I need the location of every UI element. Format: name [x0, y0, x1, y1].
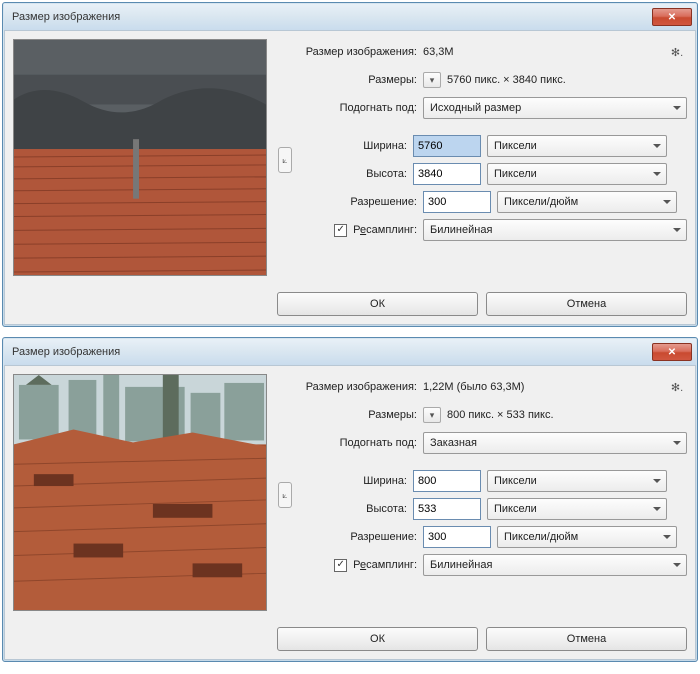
fit-to-label: Подогнать под:	[277, 102, 417, 114]
dialog-title: Размер изображения	[12, 346, 120, 358]
resample-method-select[interactable]: Билинейная	[423, 219, 687, 241]
titlebar[interactable]: Размер изображения ✕	[4, 339, 696, 365]
resample-method-select[interactable]: Билинейная	[423, 554, 687, 576]
titlebar[interactable]: Размер изображения ✕	[4, 4, 696, 30]
resolution-label: Разрешение:	[277, 531, 417, 543]
image-size-dialog: Размер изображения ✕	[2, 337, 698, 662]
size-label: Размер изображения:	[277, 381, 417, 393]
resolution-input[interactable]	[423, 191, 491, 213]
height-input[interactable]	[413, 498, 481, 520]
dialog-body: Размер изображения: 63,3M ✻. Размеры: ▾ …	[4, 30, 696, 325]
resample-checkbox[interactable]	[334, 559, 347, 572]
resolution-unit-select[interactable]: Пиксели/дюйм	[497, 191, 677, 213]
fit-to-select[interactable]: Заказная	[423, 432, 687, 454]
width-unit-select[interactable]: Пиксели	[487, 135, 667, 157]
link-icon[interactable]: ⟀	[278, 147, 292, 173]
size-value: 1,22M (было 63,3M)	[423, 381, 524, 393]
resolution-input[interactable]	[423, 526, 491, 548]
gear-icon[interactable]: ✻.	[667, 378, 687, 396]
preview-thumbnail[interactable]	[13, 39, 267, 276]
cancel-button[interactable]: Отмена	[486, 627, 687, 651]
image-size-dialog: Размер изображения ✕	[2, 2, 698, 327]
dimensions-value: 5760 пикс. × 3840 пикс.	[447, 74, 566, 86]
cancel-button[interactable]: Отмена	[486, 292, 687, 316]
resample-label: Ресамплинг:	[353, 224, 417, 236]
gear-icon[interactable]: ✻.	[667, 43, 687, 61]
dimensions-value: 800 пикс. × 533 пикс.	[447, 409, 554, 421]
link-icon[interactable]: ⟀	[278, 482, 292, 508]
close-button[interactable]: ✕	[652, 8, 692, 26]
width-input[interactable]	[413, 470, 481, 492]
fit-to-label: Подогнать под:	[277, 437, 417, 449]
preview-thumbnail[interactable]	[13, 374, 267, 611]
dims-toggle-icon[interactable]: ▾	[423, 407, 441, 423]
ok-button[interactable]: ОК	[277, 292, 478, 316]
dimensions-label: Размеры:	[277, 409, 417, 421]
resolution-label: Разрешение:	[277, 196, 417, 208]
size-value: 63,3M	[423, 46, 454, 58]
width-unit-select[interactable]: Пиксели	[487, 470, 667, 492]
dialog-body: Размер изображения: 1,22M (было 63,3M) ✻…	[4, 365, 696, 660]
height-unit-select[interactable]: Пиксели	[487, 163, 667, 185]
width-input[interactable]	[413, 135, 481, 157]
resolution-unit-select[interactable]: Пиксели/дюйм	[497, 526, 677, 548]
resample-label: Ресамплинг:	[353, 559, 417, 571]
dialog-title: Размер изображения	[12, 11, 120, 23]
height-unit-select[interactable]: Пиксели	[487, 498, 667, 520]
width-label: Ширина:	[295, 140, 407, 152]
height-label: Высота:	[295, 503, 407, 515]
dims-toggle-icon[interactable]: ▾	[423, 72, 441, 88]
dimensions-label: Размеры:	[277, 74, 417, 86]
fit-to-select[interactable]: Исходный размер	[423, 97, 687, 119]
height-label: Высота:	[295, 168, 407, 180]
close-button[interactable]: ✕	[652, 343, 692, 361]
size-label: Размер изображения:	[277, 46, 417, 58]
resample-checkbox[interactable]	[334, 224, 347, 237]
width-label: Ширина:	[295, 475, 407, 487]
ok-button[interactable]: ОК	[277, 627, 478, 651]
height-input[interactable]	[413, 163, 481, 185]
